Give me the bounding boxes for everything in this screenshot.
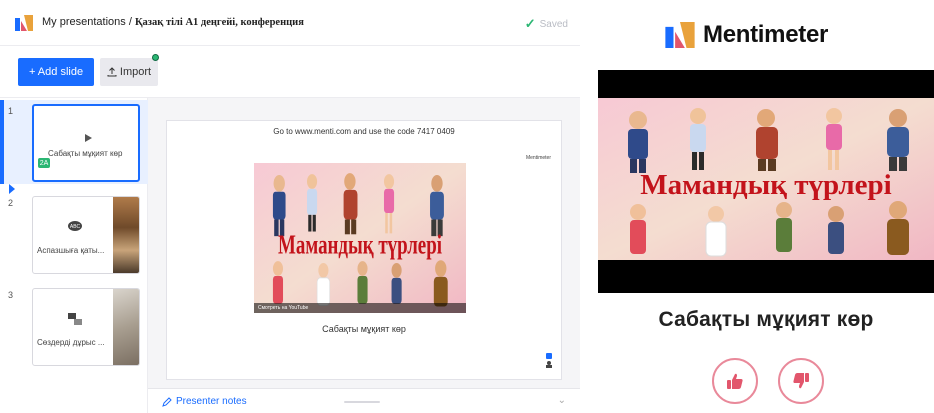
slide-number: 2 <box>8 198 14 208</box>
like-button[interactable] <box>712 358 758 404</box>
participant-video-frame: Мамандық түрлері <box>598 98 934 260</box>
professions-illustration: Мамандық түрлері <box>598 98 934 260</box>
chevron-down-icon[interactable]: ⌄ <box>558 395 566 406</box>
presentation-title[interactable]: Қазақ тілі А1 деңгейі, конференция <box>135 17 304 28</box>
breadcrumb-separator: / <box>125 16 135 28</box>
play-icon <box>80 130 96 146</box>
editor-topbar: My presentations / Қазақ тілі А1 деңгейі… <box>0 0 580 46</box>
slide-number: 3 <box>8 290 14 300</box>
join-instructions: Go to www.menti.com and use the code 741… <box>273 127 455 136</box>
participant-slide-heading: Сабақты мұқият көр <box>658 308 874 331</box>
editor-toolbar: + Add slide Import <box>0 46 580 98</box>
mentimeter-logo-icon <box>665 22 695 48</box>
dislike-button[interactable] <box>778 358 824 404</box>
slide-number: 1 <box>8 106 14 116</box>
slide-item-2[interactable]: 2 ABC Аспазшыға қаты... <box>0 184 148 276</box>
thumbs-up-icon <box>727 373 743 389</box>
slide-thumbnail-label: Аспазшыға қаты... <box>37 246 105 255</box>
check-icon: ✓ <box>524 16 536 31</box>
watch-on-youtube-label[interactable]: Смотреть на YouTube <box>258 305 308 311</box>
mentimeter-logo-icon[interactable] <box>15 15 33 31</box>
slide-thumbnail-label: Сөздерді дұрыс ... <box>37 338 105 347</box>
slide-item-3[interactable]: 3 Сөздерді дұрыс ... <box>0 284 148 368</box>
svg-text:ABC: ABC <box>70 224 81 230</box>
upload-icon <box>107 67 117 77</box>
screen: My presentations / Қазақ тілі А1 деңгейі… <box>0 0 934 413</box>
participant-brand: Mentimeter <box>665 18 828 52</box>
breadcrumb-root[interactable]: My presentations <box>42 16 126 28</box>
slide-list: 1 Сабақты мұқият көр 2A 2 ABC Аспазшыға … <box>0 98 148 413</box>
slide-thumbnail[interactable]: Сөздерді дұрыс ... <box>32 288 140 366</box>
matching-icon <box>67 311 83 327</box>
saved-label: Saved <box>539 18 568 30</box>
presenter-notes-toggle[interactable]: Presenter notes <box>162 396 247 407</box>
slide-title[interactable]: Сабақты мұқият көр <box>167 324 561 334</box>
import-label: Import <box>119 66 152 78</box>
presenter-notes-bar[interactable]: Presenter notes ⌄ <box>148 388 580 413</box>
add-slide-button[interactable]: + Add slide <box>18 58 94 86</box>
slide-thumbnail-image <box>113 197 139 273</box>
resize-handle[interactable] <box>344 401 380 403</box>
participant-video[interactable]: Мамандық түрлері <box>598 70 934 293</box>
canvas-brand: Mentimeter <box>525 155 551 161</box>
slide-thumbnail[interactable]: ABC Аспазшыға қаты... <box>32 196 140 274</box>
pencil-icon <box>162 396 172 407</box>
import-button[interactable]: Import <box>100 58 158 86</box>
text-abc-icon: ABC <box>67 219 83 235</box>
slide-badge: 2A <box>38 158 50 168</box>
video-title-text: Мамандық түрлері <box>278 230 442 260</box>
slide-preview[interactable]: Go to www.menti.com and use the code 741… <box>166 120 562 380</box>
thumbs-down-icon <box>793 373 809 389</box>
slide-thumbnail-label: Сабақты мұқият көр <box>48 149 123 158</box>
video-controls-bar[interactable]: Смотреть на YouTube <box>254 303 466 313</box>
slide-canvas-area: Go to www.menti.com and use the code 741… <box>148 98 580 388</box>
presenter-notes-label: Presenter notes <box>176 396 247 407</box>
breadcrumb: My presentations / Қазақ тілі А1 деңгейі… <box>42 16 304 28</box>
video-embed[interactable]: Мамандық түрлері Смотреть на YouTube <box>254 163 466 313</box>
saved-status: ✓ Saved <box>525 16 568 32</box>
editor-panel: My presentations / Қазақ тілі А1 деңгейі… <box>0 0 580 413</box>
slide-thumbnail-image <box>113 289 139 365</box>
notification-dot <box>152 54 159 61</box>
slide-thumbnail[interactable]: Сабақты мұқият көр 2A <box>32 104 140 182</box>
participants-icon <box>545 353 553 371</box>
video-title-text: Мамандық түрлері <box>640 169 891 201</box>
slide-item-1[interactable]: 1 Сабақты мұқият көр 2A <box>0 100 148 184</box>
current-slide-arrow-icon <box>9 184 15 194</box>
active-slide-indicator <box>0 100 4 184</box>
professions-illustration: Мамандық түрлері <box>254 163 466 313</box>
brand-name: Mentimeter <box>703 21 829 48</box>
